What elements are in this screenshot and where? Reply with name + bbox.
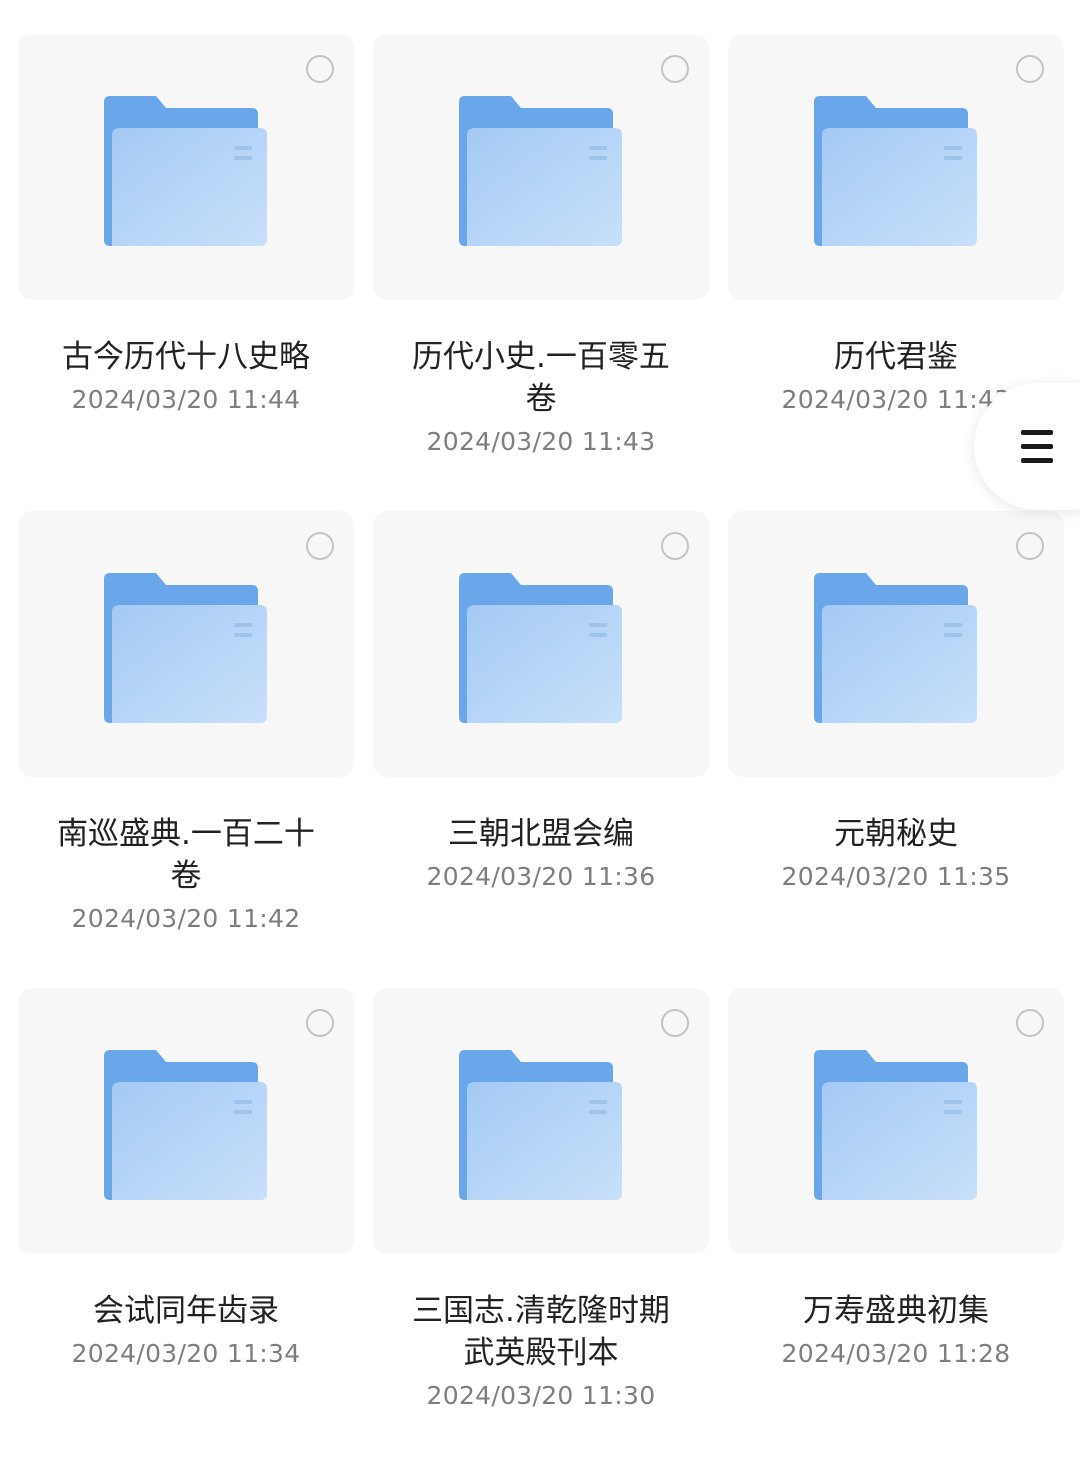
folder-date: 2024/03/20 11:43 xyxy=(426,427,656,456)
folder-item[interactable]: 万寿盛典初集 2024/03/20 11:28 xyxy=(728,988,1064,1465)
folder-item[interactable]: 元朝秘史 2024/03/20 11:35 xyxy=(728,511,1064,988)
select-circle-icon[interactable] xyxy=(306,55,334,83)
menu-icon-bar xyxy=(1021,430,1053,435)
folder-icon xyxy=(459,96,622,246)
folder-name[interactable]: 万寿盛典初集 2024/03/20 11:28 xyxy=(728,1290,1064,1376)
folder-name-text: 三朝北盟会编 xyxy=(448,816,634,852)
folder-item[interactable]: 三朝北盟会编 2024/03/20 11:36 xyxy=(373,511,709,988)
folder-card[interactable] xyxy=(373,988,709,1254)
folder-name[interactable]: 三朝北盟会编 2024/03/20 11:36 xyxy=(373,813,709,899)
folder-item[interactable]: 古今历代十八史略 2024/03/20 11:44 xyxy=(18,34,354,511)
folder-name[interactable]: 南巡盛典.一百二十卷 2024/03/20 11:42 xyxy=(18,813,354,941)
folder-card[interactable] xyxy=(728,511,1064,777)
folder-name-text: 元朝秘史 xyxy=(834,816,958,852)
menu-icon-bar xyxy=(1021,458,1053,463)
folder-icon xyxy=(459,1050,622,1200)
folder-date: 2024/03/20 11:28 xyxy=(781,1339,1011,1368)
select-circle-icon[interactable] xyxy=(306,1009,334,1037)
folder-date: 2024/03/20 11:34 xyxy=(71,1339,301,1368)
folder-date: 2024/03/20 11:30 xyxy=(426,1381,656,1410)
folder-date: 2024/03/20 11:44 xyxy=(71,385,301,414)
folder-name[interactable]: 历代小史.一百零五卷 2024/03/20 11:43 xyxy=(373,336,709,464)
folder-item[interactable]: 三国志.清乾隆时期武英殿刊本 2024/03/20 11:30 xyxy=(373,988,709,1465)
select-circle-icon[interactable] xyxy=(661,1009,689,1037)
folder-name-text: 历代君鉴 xyxy=(834,339,958,375)
folder-name[interactable]: 元朝秘史 2024/03/20 11:35 xyxy=(728,813,1064,899)
folder-item[interactable]: 历代小史.一百零五卷 2024/03/20 11:43 xyxy=(373,34,709,511)
folder-card[interactable] xyxy=(728,988,1064,1254)
select-circle-icon[interactable] xyxy=(306,532,334,560)
folder-name-text: 南巡盛典.一百二十卷 xyxy=(57,816,315,894)
folder-item[interactable]: 南巡盛典.一百二十卷 2024/03/20 11:42 xyxy=(18,511,354,988)
folder-date: 2024/03/20 11:36 xyxy=(426,862,656,891)
folder-name-text: 历代小史.一百零五卷 xyxy=(412,339,670,417)
folder-date: 2024/03/20 11:35 xyxy=(781,862,1011,891)
select-circle-icon[interactable] xyxy=(1016,55,1044,83)
folder-card[interactable] xyxy=(373,34,709,300)
folder-name[interactable]: 会试同年齿录 2024/03/20 11:34 xyxy=(18,1290,354,1376)
folder-grid: 古今历代十八史略 2024/03/20 11:44 历代小史.一百零五卷 202… xyxy=(18,34,1064,1465)
folder-name-text: 古今历代十八史略 xyxy=(62,339,310,375)
select-circle-icon[interactable] xyxy=(1016,532,1044,560)
folder-icon xyxy=(814,96,977,246)
folder-item[interactable]: 会试同年齿录 2024/03/20 11:34 xyxy=(18,988,354,1465)
folder-name[interactable]: 古今历代十八史略 2024/03/20 11:44 xyxy=(18,336,354,422)
folder-name-text: 万寿盛典初集 xyxy=(803,1293,989,1329)
menu-icon xyxy=(1021,430,1053,464)
folder-name-text: 会试同年齿录 xyxy=(93,1293,279,1329)
folder-card[interactable] xyxy=(373,511,709,777)
select-circle-icon[interactable] xyxy=(661,55,689,83)
folder-icon xyxy=(459,573,622,723)
folder-icon xyxy=(814,1050,977,1200)
folder-icon xyxy=(814,573,977,723)
folder-name-text: 三国志.清乾隆时期武英殿刊本 xyxy=(412,1293,670,1371)
folder-icon xyxy=(104,573,267,723)
folder-card[interactable] xyxy=(18,988,354,1254)
folder-name[interactable]: 三国志.清乾隆时期武英殿刊本 2024/03/20 11:30 xyxy=(373,1290,709,1418)
folder-card[interactable] xyxy=(728,34,1064,300)
folder-date: 2024/03/20 11:42 xyxy=(71,904,301,933)
folder-icon xyxy=(104,1050,267,1200)
folder-card[interactable] xyxy=(18,511,354,777)
select-circle-icon[interactable] xyxy=(661,532,689,560)
menu-icon-bar xyxy=(1021,444,1053,449)
folder-icon xyxy=(104,96,267,246)
folder-card[interactable] xyxy=(18,34,354,300)
select-circle-icon[interactable] xyxy=(1016,1009,1044,1037)
